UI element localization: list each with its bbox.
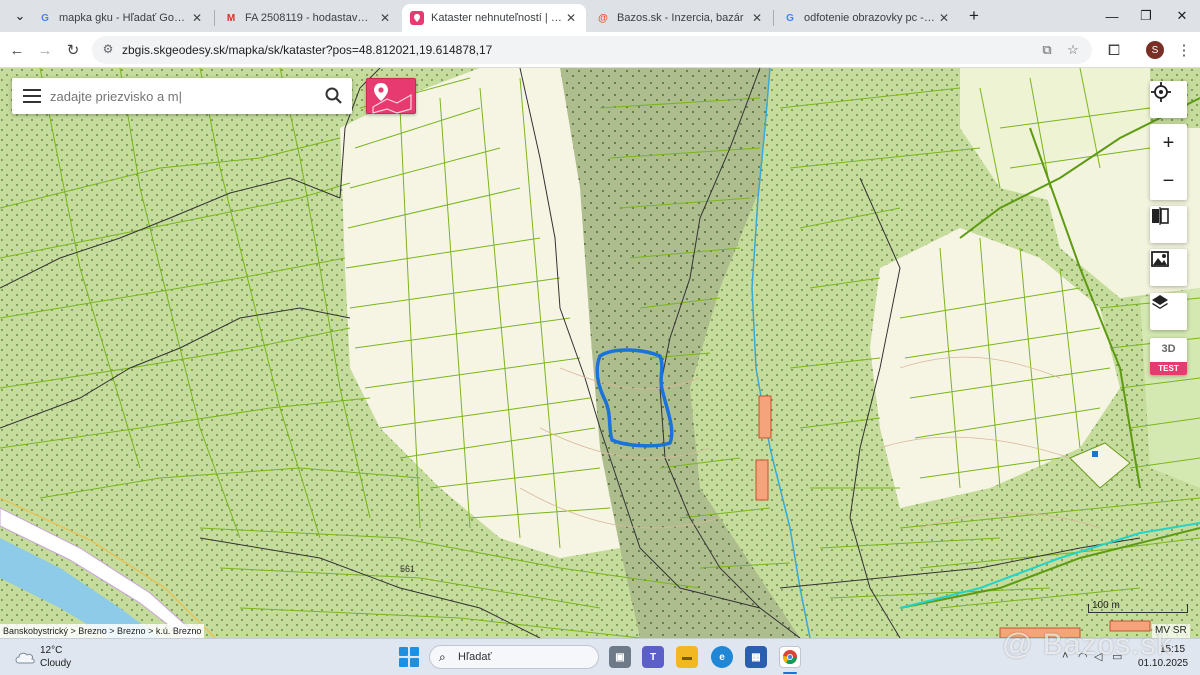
minimize-button[interactable]: — — [1094, 4, 1130, 28]
3d-button[interactable]: 3D TEST — [1150, 338, 1187, 375]
google-g-icon: G — [41, 12, 49, 24]
compare-maps-button[interactable] — [1150, 206, 1187, 243]
layers-button[interactable] — [1150, 293, 1187, 330]
tab-google-search[interactable]: G mapka gku - Hľadať Googlom ✕ — [30, 4, 212, 32]
cadastral-map[interactable]: 561 + − 3D TEST Banskobystrický > Brezno — [0, 68, 1200, 638]
bazos-watermark: @ Bazos.sk — [1002, 628, 1173, 661]
map-photo-button[interactable] — [1150, 249, 1187, 286]
browser-tab-strip: ⌄ G mapka gku - Hľadať Googlom ✕ M FA 25… — [0, 0, 1200, 32]
search-icon[interactable] — [324, 86, 344, 106]
close-icon: ✕ — [1176, 8, 1188, 23]
avatar: S — [1146, 41, 1164, 59]
map-pin-icon — [410, 11, 424, 25]
search-icon: ⌕ — [439, 650, 446, 664]
building — [755, 459, 769, 501]
taskbar-search[interactable]: ⌕ Hľadať — [429, 645, 599, 669]
minimize-icon: — — [1105, 8, 1119, 24]
back-button[interactable]: ← — [5, 38, 29, 62]
arrow-left-icon: ← — [9, 41, 25, 59]
cloud-icon[interactable] — [14, 649, 36, 665]
install-app-icon[interactable]: ⧉ — [1038, 41, 1056, 59]
google-g-icon: G — [786, 12, 794, 24]
tab-bazos[interactable]: @ Bazos.sk - Inzercia, bazár ✕ — [588, 4, 772, 32]
bazos-icon: @ — [598, 12, 608, 24]
building — [758, 395, 772, 439]
search-input[interactable] — [50, 86, 320, 106]
close-icon[interactable]: ✕ — [378, 11, 392, 25]
zoom-controls: + − — [1150, 124, 1187, 200]
weather-description[interactable]: Cloudy — [40, 658, 71, 669]
profile-button[interactable]: S — [1143, 38, 1167, 62]
bookmark-star-icon[interactable]: ☆ — [1064, 41, 1082, 59]
close-icon[interactable]: ✕ — [937, 11, 951, 25]
close-window-button[interactable]: ✕ — [1164, 4, 1200, 28]
menu-button[interactable]: ⋮ — [1172, 38, 1196, 62]
map-canvas[interactable]: 561 — [0, 68, 1200, 638]
hamburger-menu-icon[interactable] — [22, 87, 42, 105]
zoom-out-button[interactable]: − — [1150, 162, 1187, 200]
kebab-menu-icon: ⋮ — [1176, 42, 1192, 59]
tab-kataster[interactable]: Kataster nehnuteľností | MAPKA ✕ — [402, 4, 586, 32]
close-icon[interactable]: ✕ — [564, 11, 578, 25]
browser-toolbar: ← → ↻ ⚙ zbgis.skgeodesy.sk/mapka/sk/kata… — [0, 32, 1200, 68]
task-view-icon[interactable]: ▣ — [609, 646, 631, 668]
chevron-down-icon: ⌄ — [14, 8, 26, 23]
new-tab-button[interactable]: + — [956, 4, 992, 28]
start-button[interactable] — [399, 647, 419, 667]
url-text[interactable]: zbgis.skgeodesy.sk/mapka/sk/kataster?pos… — [122, 43, 492, 57]
forward-button[interactable]: → — [33, 38, 57, 62]
site-info-icon[interactable]: ⚙ — [100, 42, 116, 58]
address-bar[interactable]: ⚙ zbgis.skgeodesy.sk/mapka/sk/kataster?p… — [92, 36, 1092, 64]
zoom-in-button[interactable]: + — [1150, 124, 1187, 162]
active-app-indicator — [783, 672, 797, 674]
elevation-label: 561 — [400, 564, 415, 574]
maximize-button[interactable]: ❐ — [1128, 4, 1164, 28]
reload-button[interactable]: ↻ — [61, 38, 85, 62]
crosshair-icon — [1151, 82, 1171, 102]
my-location-button[interactable] — [1150, 81, 1187, 118]
poi-marker — [1092, 451, 1098, 457]
weather-temperature[interactable]: 12°C — [40, 645, 62, 656]
tab-google-screenshot[interactable]: G odfotenie obrazovky pc - Hľadať ✕ — [775, 4, 959, 32]
scale-bar: 100 m — [1088, 600, 1188, 614]
tab-gmail[interactable]: M FA 2508119 - hodastav@gmail.c ✕ — [216, 4, 400, 32]
edge-icon[interactable]: e — [711, 646, 733, 668]
close-icon[interactable]: ✕ — [190, 11, 204, 25]
map-pin-icon — [372, 83, 412, 114]
location-pin-button[interactable] — [366, 78, 416, 114]
puzzle-icon: ⧠ — [1107, 41, 1120, 59]
teams-icon[interactable]: T — [642, 646, 664, 668]
chrome-icon[interactable] — [779, 646, 801, 668]
map-search-box[interactable] — [12, 78, 352, 114]
close-icon[interactable]: ✕ — [750, 11, 764, 25]
split-view-icon — [1152, 207, 1169, 225]
store-icon[interactable]: ▦ — [745, 646, 767, 668]
arrow-right-icon: → — [37, 41, 53, 59]
file-explorer-icon[interactable]: ▬ — [676, 646, 698, 668]
gmail-icon: M — [226, 12, 236, 24]
map-image-icon — [1151, 251, 1169, 267]
extensions-button[interactable]: ⧠ — [1102, 38, 1126, 62]
reload-icon: ↻ — [66, 42, 80, 59]
test-badge: TEST — [1150, 362, 1187, 375]
restore-icon: ❐ — [1140, 8, 1152, 23]
breadcrumb: Banskobystrický > Brezno > Brezno > k.ú.… — [0, 624, 205, 638]
layers-icon — [1152, 295, 1168, 309]
